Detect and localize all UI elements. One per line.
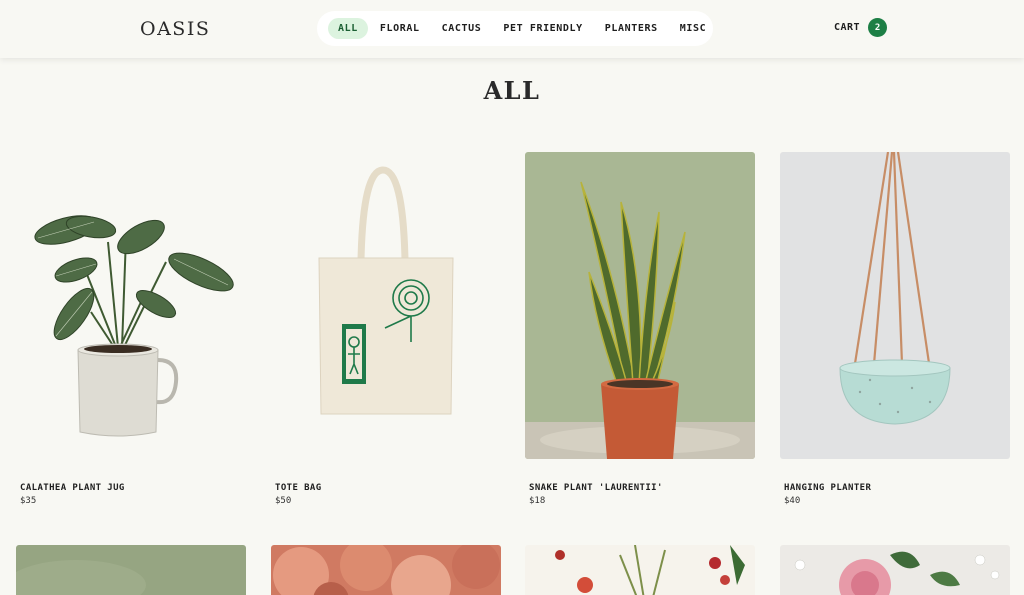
product-price: $35 [20,496,37,506]
product-image[interactable] [271,152,501,459]
product-card[interactable]: CALATHEA PLANT JUG $35 [16,152,246,506]
product-image[interactable] [780,545,1010,595]
product-card[interactable]: TOTE BAG $50 [271,152,501,506]
product-name[interactable]: HANGING PLANTER [780,483,1010,493]
product-image[interactable] [780,152,1010,459]
product-price: $18 [529,496,546,506]
product-image[interactable] [271,545,501,595]
page-title: ALL [483,76,541,105]
product-name[interactable]: SNAKE PLANT 'LAURENTII' [525,483,755,493]
product-card[interactable]: SNAKE PLANT 'LAURENTII' $18 [525,152,755,506]
product-price: $40 [784,496,801,506]
cart-label: CART [834,22,861,33]
nav-item-cactus[interactable]: CACTUS [432,18,492,39]
nav-item-floral[interactable]: FLORAL [370,18,430,39]
product-image[interactable] [16,152,246,459]
product-image[interactable] [525,152,755,459]
category-nav: ALL FLORAL CACTUS PET FRIENDLY PLANTERS … [317,11,713,46]
site-header: OASIS ALL FLORAL CACTUS PET FRIENDLY PLA… [0,0,1024,58]
product-image[interactable] [525,545,755,595]
nav-item-misc[interactable]: MISC [670,18,716,39]
product-card[interactable] [780,545,1010,595]
product-card[interactable] [16,545,246,595]
product-price: $50 [275,496,292,506]
cart-count-badge: 2 [868,18,888,37]
site-logo[interactable]: OASIS [140,18,210,40]
product-name[interactable]: CALATHEA PLANT JUG [16,483,246,493]
product-image[interactable] [16,545,246,595]
cart-button[interactable]: CART 2 [834,18,888,37]
nav-item-pet-friendly[interactable]: PET FRIENDLY [493,18,592,39]
product-card[interactable] [525,545,755,595]
product-card[interactable] [271,545,501,595]
product-card[interactable]: HANGING PLANTER $40 [780,152,1010,506]
product-name[interactable]: TOTE BAG [271,483,501,493]
nav-item-all[interactable]: ALL [328,18,368,39]
nav-item-planters[interactable]: PLANTERS [595,18,668,39]
